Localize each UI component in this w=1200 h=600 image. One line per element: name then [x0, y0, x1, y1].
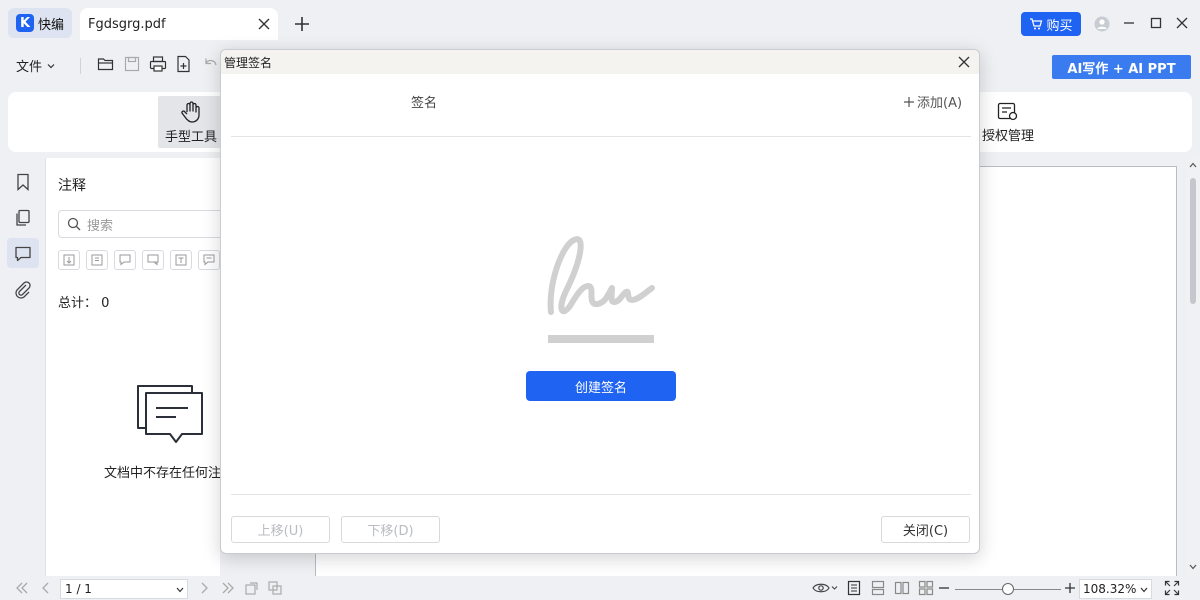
filter-reply-icon[interactable] [114, 250, 136, 270]
left-icon-rail [0, 158, 46, 576]
save-icon[interactable] [123, 55, 141, 73]
dialog-divider [231, 136, 971, 137]
chevron-down-icon [1140, 587, 1148, 593]
annotation-search-input[interactable]: 搜索 [58, 210, 228, 238]
continuous-view-icon[interactable] [870, 580, 886, 596]
toolbar-divider [80, 58, 81, 74]
hand-tool-label: 手型工具 [164, 129, 217, 145]
attachment-icon[interactable] [13, 280, 33, 300]
buy-button-label: 购买 [1046, 18, 1073, 34]
chevron-down-icon [47, 63, 55, 68]
zoom-out-icon[interactable] [938, 581, 950, 595]
print-icon[interactable] [149, 55, 167, 73]
filter-comment-icon[interactable] [198, 250, 220, 270]
move-down-button[interactable]: 下移(D) [341, 516, 440, 543]
new-tab-plus-icon[interactable] [294, 16, 310, 32]
count-label: 总计： [58, 296, 98, 311]
plus-icon [904, 96, 914, 107]
page-select[interactable]: 1 / 1 [60, 579, 188, 599]
scroll-up-icon[interactable] [1189, 162, 1197, 168]
tab-close-icon[interactable] [256, 16, 272, 32]
title-bar: K 快编 Fgdsgrg.pdf 购买 [0, 0, 1200, 46]
minimize-icon[interactable] [1122, 16, 1136, 30]
first-page-icon[interactable] [14, 580, 30, 596]
move-up-button[interactable]: 上移(U) [231, 516, 330, 543]
buy-button[interactable]: 购买 [1021, 12, 1081, 36]
search-icon [67, 217, 81, 231]
annotation-panel: 注释 搜索 总计： 0 文档中不存在任何注 [46, 158, 228, 576]
zoom-in-icon[interactable] [1064, 581, 1076, 595]
bookmark-icon[interactable] [13, 172, 33, 192]
search-placeholder: 搜索 [87, 218, 114, 234]
count-value: 0 [101, 296, 110, 311]
auth-manage-icon [997, 102, 1018, 120]
rotate-page-icon[interactable] [244, 580, 260, 596]
dialog-close-icon[interactable] [957, 55, 971, 69]
add-signature-label: 添加(A) [917, 96, 963, 111]
vertical-scrollbar[interactable] [1186, 158, 1200, 576]
scroll-thumb[interactable] [1190, 178, 1196, 304]
auth-manage-button[interactable]: 授权管理 [978, 96, 1038, 148]
open-folder-icon[interactable] [97, 55, 115, 73]
app-logo-icon: K [16, 14, 34, 32]
empty-comments-illustration-icon [137, 385, 203, 443]
annotation-filter-row [58, 250, 220, 270]
manage-signatures-dialog: 管理签名 签名 添加(A) 创建签名 上移(U) 下移(D) 关闭(C) [220, 49, 980, 554]
document-tab-label: Fgdsgrg.pdf [88, 16, 166, 32]
create-signature-button[interactable]: 创建签名 [526, 371, 676, 401]
pages-icon[interactable] [13, 208, 33, 228]
annotation-count: 总计： 0 [58, 292, 109, 311]
filter-sort-icon[interactable] [58, 250, 80, 270]
app-badge[interactable]: K 快编 [8, 8, 72, 38]
app-name: 快编 [38, 17, 65, 33]
dialog-divider [231, 494, 971, 495]
zoom-input[interactable]: 108.32% [1079, 579, 1152, 599]
status-bar: 1 / 1 108.32% [0, 576, 1200, 600]
zoom-slider-knob[interactable] [1002, 583, 1014, 595]
add-signature-button[interactable]: 添加(A) [903, 92, 962, 111]
file-menu-label: 文件 [16, 60, 43, 75]
cart-icon [1030, 18, 1043, 30]
file-menu[interactable]: 文件 [16, 56, 56, 75]
dialog-header: 管理签名 [221, 50, 979, 74]
fullscreen-icon[interactable] [1164, 580, 1180, 596]
signature-illustration-icon [547, 236, 655, 343]
page-indicator: 1 / 1 [65, 582, 92, 596]
zoom-value: 108.32% [1083, 582, 1137, 596]
close-dialog-button[interactable]: 关闭(C) [881, 516, 970, 543]
last-page-icon[interactable] [220, 580, 236, 596]
comment-icon[interactable] [13, 244, 33, 264]
new-document-icon[interactable] [175, 55, 193, 73]
hand-tool-button[interactable]: 手型工具 [158, 96, 224, 148]
view-mode-eye-icon[interactable] [812, 580, 838, 596]
prev-page-icon[interactable] [38, 580, 54, 596]
chevron-down-icon [176, 587, 184, 593]
signature-column-header: 签名 [411, 96, 438, 111]
dialog-title: 管理签名 [224, 55, 273, 70]
scroll-down-icon[interactable] [1189, 564, 1197, 570]
ai-writing-button[interactable]: AI写作 + AI PPT [1052, 55, 1191, 79]
user-avatar-icon[interactable] [1094, 16, 1110, 32]
hand-icon [181, 100, 200, 123]
document-tab[interactable]: Fgdsgrg.pdf [80, 8, 278, 40]
panel-title: 注释 [58, 178, 86, 194]
single-page-view-icon[interactable] [846, 580, 862, 596]
auth-manage-label: 授权管理 [981, 128, 1034, 144]
filter-type-icon[interactable] [170, 250, 192, 270]
maximize-icon[interactable] [1149, 16, 1163, 30]
copy-page-icon[interactable] [267, 580, 283, 596]
window-close-icon[interactable] [1175, 16, 1189, 30]
next-page-icon[interactable] [196, 580, 212, 596]
filter-forward-icon[interactable] [142, 250, 164, 270]
empty-annotations-text: 文档中不存在任何注 [104, 466, 222, 481]
filter-page-icon[interactable] [86, 250, 108, 270]
grid-view-icon[interactable] [918, 580, 934, 596]
two-page-view-icon[interactable] [894, 580, 910, 596]
undo-icon[interactable] [201, 55, 219, 73]
